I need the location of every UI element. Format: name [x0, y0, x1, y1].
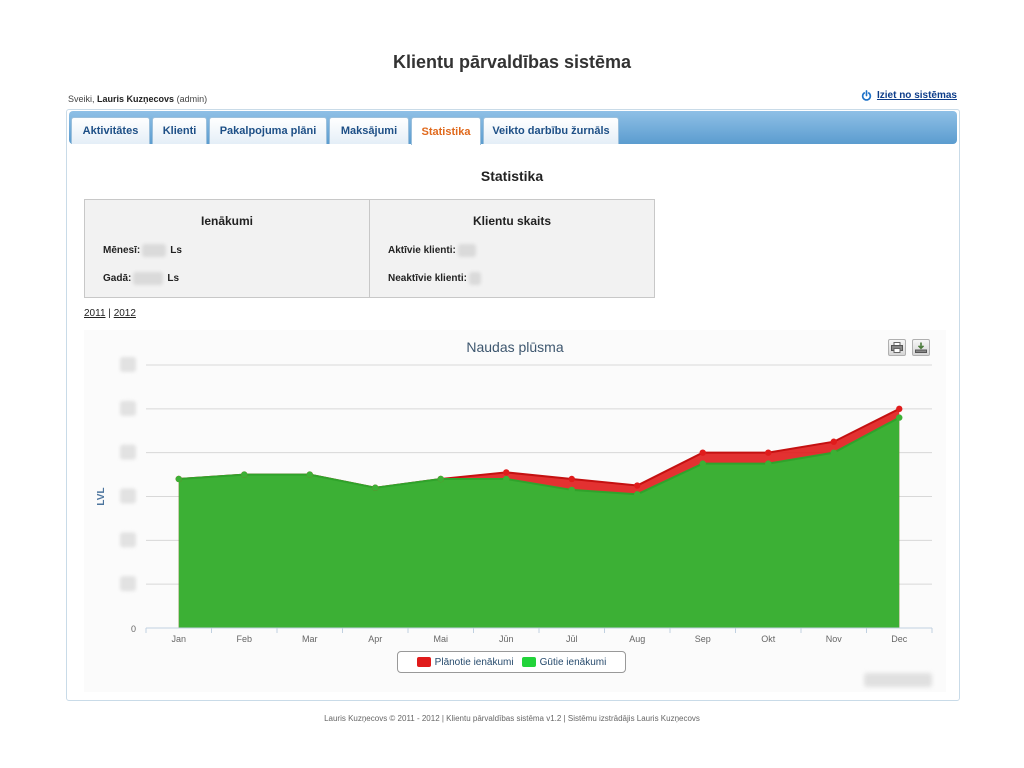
power-icon	[861, 90, 872, 101]
data-point-0-9	[765, 449, 772, 456]
print-chart-button[interactable]	[888, 339, 906, 356]
x-tick-label: Jan	[171, 634, 186, 644]
user-greeting: Sveiki, Lauris Kuzņecovs (admin)	[68, 94, 207, 104]
x-tick-label: Dec	[891, 634, 908, 644]
clients-title: Klientu skaits	[472, 214, 552, 228]
user-name: Lauris Kuzņecovs	[97, 94, 175, 104]
data-point-1-5	[503, 475, 510, 483]
data-point-1-8	[699, 460, 706, 467]
x-tick-label: Sep	[695, 634, 711, 644]
income-year-label: Gadā:	[103, 273, 132, 284]
data-point-0-10	[830, 438, 837, 445]
data-point-1-7	[634, 491, 641, 498]
x-tick-label: Nov	[826, 634, 843, 644]
income-year-row: Gadā: Ls	[103, 272, 179, 285]
year-link-2011[interactable]: 2011	[84, 308, 106, 319]
income-month-row: Mēnesī: Ls	[103, 244, 182, 257]
x-tick-label: Jūl	[566, 634, 578, 644]
redacted-value	[133, 272, 164, 285]
chart-credits	[864, 673, 932, 687]
export-chart-button[interactable]	[912, 339, 930, 356]
chart-title: Naudas plūsma	[466, 339, 563, 355]
redacted-value	[457, 244, 476, 257]
redacted-value	[142, 244, 167, 257]
legend-item-actual[interactable]: Gūtie ienākumi	[521, 656, 607, 668]
data-point-1-11	[896, 414, 903, 421]
inactive-clients-row: Neaktīvie klienti:	[388, 272, 485, 285]
legend-label-actual: Gūtie ienākumi	[539, 656, 607, 668]
y-tick-label: 0	[131, 624, 136, 634]
data-point-1-3	[372, 484, 379, 491]
data-point-1-0	[175, 475, 182, 483]
y-tick-redacted	[120, 532, 136, 548]
tab-maksajumi[interactable]: Maksājumi	[329, 117, 409, 144]
inactive-clients-label: Neaktīvie klienti:	[388, 273, 467, 284]
y-axis-label: LVL	[96, 487, 107, 505]
tab-veikto-darbibu-zurnals[interactable]: Veikto darbību žurnāls	[483, 117, 619, 144]
logout-label[interactable]: Iziet no sistēmas	[877, 90, 957, 101]
user-role: (admin)	[176, 94, 208, 104]
x-tick-label: Aug	[629, 634, 645, 644]
active-clients-row: Aktīvie klienti:	[388, 244, 480, 257]
year-selector: 2011 | 2012	[84, 308, 136, 319]
y-tick-redacted	[120, 357, 136, 372]
greeting-text: Sveiki,	[68, 94, 95, 104]
tab-pakalpojuma-plani[interactable]: Pakalpojuma plāni	[209, 117, 327, 144]
chart-legend: Plānotie ienākumi Gūtie ienākumi	[397, 651, 626, 673]
legend-label-planned: Plānotie ienākumi	[434, 656, 514, 668]
data-point-0-5	[503, 469, 510, 476]
page-title: Statistika	[480, 168, 544, 184]
data-point-1-10	[830, 449, 837, 456]
income-year-currency: Ls	[167, 273, 180, 284]
x-tick-label: Jūn	[499, 634, 514, 644]
active-clients-label: Aktīvie klienti:	[388, 245, 456, 256]
x-tick-label: Mar	[302, 634, 318, 644]
legend-swatch-actual	[521, 657, 536, 667]
chart-svg: Naudas plūsma 0 LVL Jan Feb Mar Apr Mai Jūn Jūl Au…	[84, 330, 946, 692]
data-point-1-1	[241, 471, 248, 478]
year-separator: |	[108, 308, 111, 319]
legend-item-planned[interactable]: Plānotie ienākumi	[416, 656, 514, 668]
data-point-1-4	[437, 475, 444, 483]
income-box: Ienākumi Mēnesī: Ls Gadā: Ls	[84, 199, 370, 298]
tab-bar: Aktivitātes Klienti Pakalpojuma plāni Ma…	[69, 111, 957, 145]
year-link-2012[interactable]: 2012	[114, 308, 136, 319]
y-tick-redacted	[120, 488, 136, 504]
logout-link[interactable]: Iziet no sistēmas	[861, 90, 957, 101]
data-point-1-2	[306, 471, 313, 478]
footer: Lauris Kuzņecovs © 2011 - 2012 | Klientu…	[324, 714, 700, 723]
x-tick-label: Apr	[368, 634, 382, 644]
data-point-1-9	[765, 460, 772, 467]
income-month-label: Mēnesī:	[103, 245, 141, 256]
income-month-currency: Ls	[170, 245, 182, 256]
tab-aktivitates[interactable]: Aktivitātes	[71, 117, 150, 144]
x-tick-label: Mai	[433, 634, 448, 644]
y-tick-redacted	[120, 444, 136, 460]
page-header-title: Klientu pārvaldības sistēma	[392, 52, 632, 72]
download-icon	[915, 342, 927, 353]
tab-statistika[interactable]: Statistika	[411, 117, 481, 145]
data-point-0-7	[634, 482, 641, 489]
data-point-0-8	[699, 449, 706, 456]
clients-box: Klientu skaits Aktīvie klienti: Neaktīvi…	[369, 199, 655, 298]
y-tick-redacted	[120, 400, 136, 416]
redacted-value	[468, 272, 481, 285]
data-point-0-11	[896, 405, 903, 413]
legend-swatch-planned	[416, 657, 431, 667]
x-tick-label: Feb	[236, 634, 252, 644]
data-point-0-6	[568, 475, 575, 483]
print-icon	[891, 342, 903, 353]
y-tick-redacted	[120, 576, 136, 592]
income-title: Ienākumi	[200, 214, 254, 228]
x-tick-label: Okt	[761, 634, 776, 644]
tab-klienti[interactable]: Klienti	[152, 117, 207, 144]
data-point-1-6	[568, 486, 575, 494]
cashflow-chart: Naudas plūsma 0 LVL Jan Feb Mar Apr Mai Jūn Jūl Au…	[84, 330, 946, 692]
